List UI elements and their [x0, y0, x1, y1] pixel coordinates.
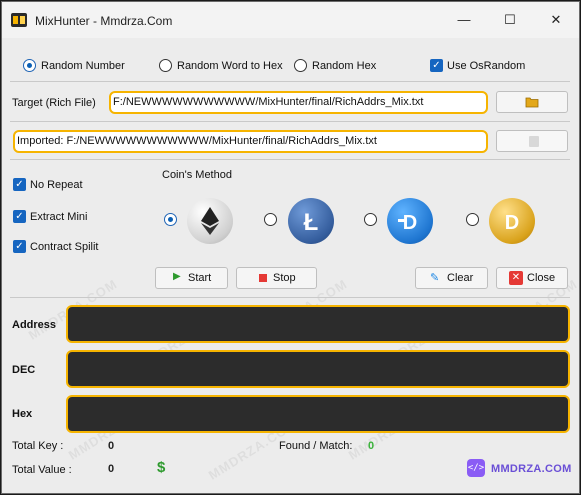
- stop-icon: [259, 274, 267, 282]
- random-word-label: Random Word to Hex: [177, 60, 283, 72]
- extract-mini-checkbox[interactable]: ✓: [13, 210, 26, 223]
- dash-icon[interactable]: D: [387, 198, 433, 244]
- radio-dogecoin[interactable]: [466, 213, 479, 226]
- ethereum-icon[interactable]: [187, 198, 233, 244]
- radio-ethereum[interactable]: [164, 213, 177, 226]
- hex-label: Hex: [12, 408, 33, 420]
- brand-text[interactable]: MMDRZA.COM: [491, 463, 572, 475]
- random-number-label: Random Number: [41, 60, 125, 72]
- svg-text:D: D: [403, 212, 417, 234]
- minimize-button[interactable]: —: [449, 10, 479, 30]
- svg-text:D: D: [505, 212, 519, 234]
- close-window-button[interactable]: ✕: [541, 10, 571, 30]
- address-label: Address: [12, 319, 57, 331]
- target-label: Target (Rich File): [12, 97, 96, 109]
- divider: [10, 159, 570, 160]
- total-key-value: 0: [108, 440, 115, 452]
- title-bar: MixHunter - Mmdrza.Com — ☐ ✕: [2, 2, 579, 38]
- use-osrandom-label: Use OsRandom: [447, 60, 526, 72]
- radio-random-hex[interactable]: [294, 59, 307, 72]
- found-match-value: 0: [368, 440, 375, 452]
- divider: [10, 297, 570, 298]
- folder-icon: [525, 97, 539, 108]
- clear-button[interactable]: ✎ Clear: [415, 267, 488, 289]
- brand-logo-icon: </>: [467, 459, 485, 477]
- stop-label: Stop: [273, 272, 296, 284]
- imported-path-field: Imported: F:/NEWWWWWWWWWWW/MixHunter/fin…: [13, 130, 488, 153]
- play-icon: ▶: [173, 271, 181, 282]
- total-value-label: Total Value :: [12, 464, 72, 476]
- dollar-icon: $: [157, 459, 166, 476]
- divider: [10, 121, 570, 122]
- random-hex-label: Random Hex: [312, 60, 377, 72]
- app-icon: [11, 13, 27, 27]
- close-label: Close: [527, 272, 556, 284]
- hex-output[interactable]: [66, 395, 570, 433]
- svg-text:Ł: Ł: [304, 209, 319, 236]
- radio-litecoin[interactable]: [264, 213, 277, 226]
- dec-output[interactable]: [66, 350, 570, 388]
- no-repeat-checkbox[interactable]: ✓: [13, 178, 26, 191]
- use-osrandom-checkbox[interactable]: ✓: [430, 59, 443, 72]
- close-x-icon: ✕: [509, 271, 523, 285]
- contract-split-label: Contract Spilit: [30, 241, 99, 253]
- total-key-label: Total Key :: [12, 440, 64, 452]
- radio-dash[interactable]: [364, 213, 377, 226]
- litecoin-icon[interactable]: Ł: [288, 198, 334, 244]
- found-match-label: Found / Match:: [279, 440, 353, 452]
- extract-mini-label: Extract Mini: [30, 211, 88, 223]
- stop-button[interactable]: Stop: [236, 267, 317, 289]
- radio-random-number[interactable]: [23, 59, 36, 72]
- browse-button[interactable]: [496, 91, 568, 113]
- window-title: MixHunter - Mmdrza.Com: [35, 14, 173, 28]
- app-window: MixHunter - Mmdrza.Com — ☐ ✕ MMDRZA.COM …: [1, 1, 580, 494]
- contract-split-checkbox[interactable]: ✓: [13, 240, 26, 253]
- no-repeat-label: No Repeat: [30, 179, 83, 191]
- radio-random-word-to-hex[interactable]: [159, 59, 172, 72]
- maximize-button[interactable]: ☐: [495, 10, 525, 30]
- start-label: Start: [188, 272, 212, 284]
- clear-label: Clear: [447, 272, 474, 284]
- address-output[interactable]: [66, 305, 570, 343]
- start-button[interactable]: ▶ Start: [155, 267, 228, 289]
- divider: [10, 81, 570, 82]
- dogecoin-icon[interactable]: D: [489, 198, 535, 244]
- total-value-value: 0: [108, 463, 115, 475]
- imported-action-button[interactable]: [496, 130, 568, 152]
- file-icon: [529, 136, 539, 147]
- target-path-field[interactable]: F:/NEWWWWWWWWWWW/MixHunter/final/RichAdd…: [109, 91, 488, 114]
- close-button[interactable]: ✕ Close: [496, 267, 568, 289]
- dec-label: DEC: [12, 364, 36, 376]
- eraser-icon: ✎: [430, 272, 440, 284]
- coin-method-title: Coin's Method: [162, 169, 232, 181]
